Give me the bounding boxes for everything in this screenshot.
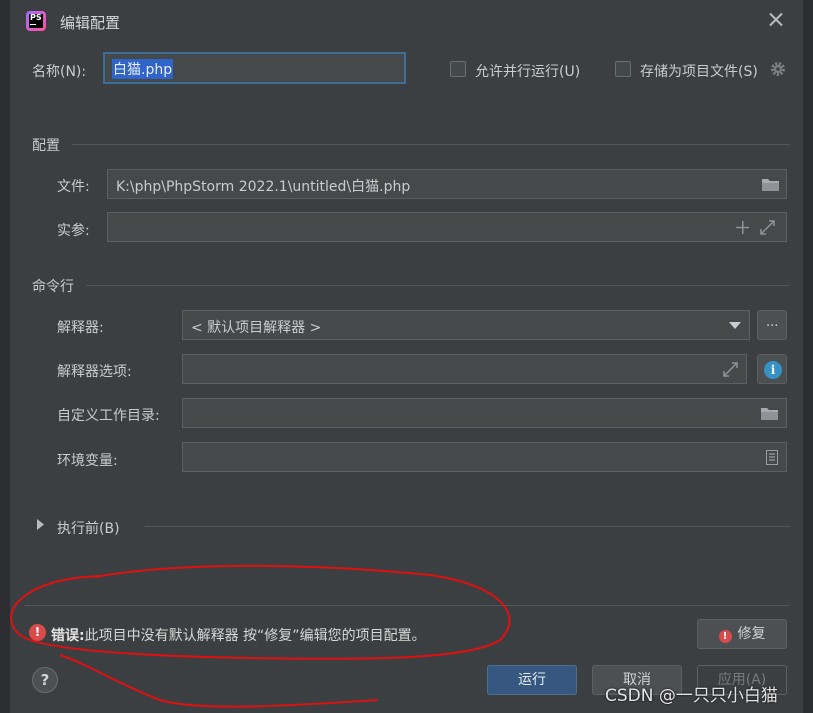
red-annotation-ellipse bbox=[10, 564, 511, 708]
watermark: CSDN @一只只小白猫 bbox=[605, 686, 778, 706]
